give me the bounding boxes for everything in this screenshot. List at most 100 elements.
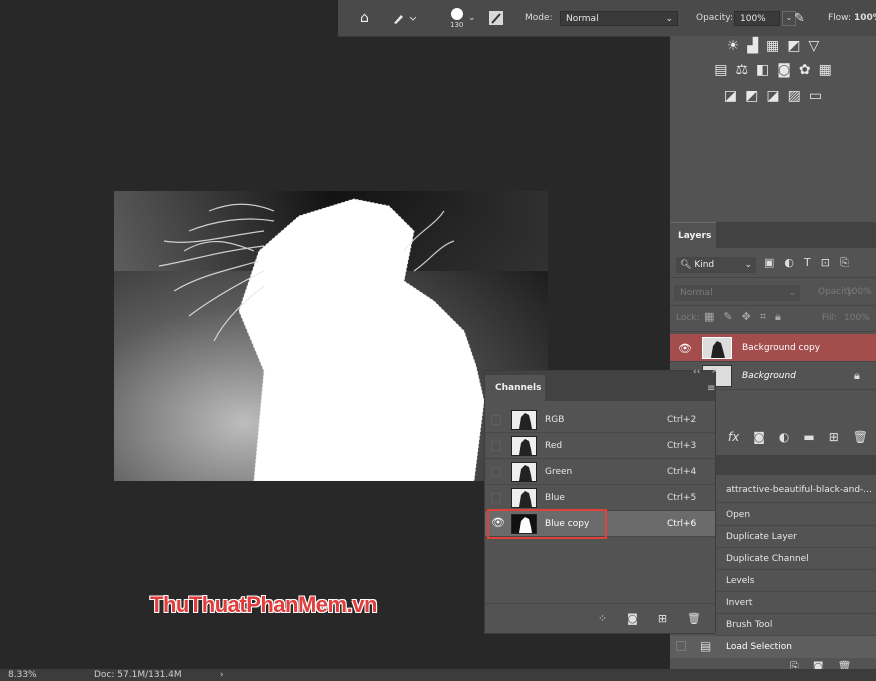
lock-fill-row: Lock: ▦ ✎ ✥ ⌗ 🔒︎ Fill: 100%: [670, 306, 876, 332]
brush-preset-picker[interactable]: 130: [450, 0, 463, 36]
options-bar: ⌂ 130 ⌄ Mode: Normal ⌄ Opacity: 100% ⌄ ✎…: [338, 0, 876, 37]
color-lookup-icon[interactable]: ▦: [819, 62, 832, 78]
opacity-field[interactable]: 100%: [734, 11, 780, 26]
load-selection-icon[interactable]: ⁘: [598, 612, 607, 625]
brightness-icon[interactable]: ☀: [727, 38, 740, 54]
smart-object-filter-icon[interactable]: ⎘: [840, 256, 849, 270]
add-mask-icon[interactable]: ◙: [753, 430, 765, 444]
eye-icon[interactable]: 👁︎: [678, 342, 692, 355]
blend-mode-value: Normal: [680, 288, 713, 298]
hue-saturation-icon[interactable]: ▤: [714, 62, 727, 78]
black-white-icon[interactable]: ◧: [756, 62, 769, 78]
channel-thumbnail: [511, 436, 537, 456]
chevron-down-icon[interactable]: ⌄: [468, 0, 476, 36]
vibrance-icon[interactable]: ▽: [809, 38, 820, 54]
lock-artboard-icon[interactable]: ⌗: [760, 310, 766, 324]
channel-shortcut: Ctrl+3: [667, 441, 697, 451]
exposure-icon[interactable]: ◩: [787, 38, 800, 54]
trash-icon[interactable]: 🗑︎: [853, 430, 868, 444]
filter-kind-select[interactable]: 🔍︎ Kind ⌄: [676, 257, 756, 273]
folder-icon[interactable]: ▬: [803, 430, 814, 444]
lock-all-icon[interactable]: 🔒︎: [775, 310, 781, 324]
lock-label: Lock:: [676, 313, 700, 323]
history-brush-checkbox[interactable]: [676, 641, 686, 651]
channel-row-green[interactable]: Green Ctrl+4: [485, 459, 715, 485]
channel-row-rgb[interactable]: RGB Ctrl+2: [485, 407, 715, 433]
channel-thumbnail: [511, 488, 537, 508]
document-canvas[interactable]: [114, 191, 548, 482]
history-item-selected[interactable]: ▤ Load Selection: [670, 636, 876, 658]
brush-settings-icon[interactable]: [488, 0, 504, 36]
visibility-toggle[interactable]: [491, 415, 501, 425]
zoom-level[interactable]: 8.33%: [8, 669, 37, 681]
new-layer-icon[interactable]: ⊞: [829, 430, 839, 444]
save-selection-icon[interactable]: ◙: [627, 612, 638, 625]
chevron-down-icon: ⌄: [788, 288, 796, 298]
channels-footer: ⁘ ◙ ⊞ 🗑︎: [485, 603, 715, 633]
channel-thumbnail: [511, 462, 537, 482]
flow-label: Flow:: [828, 13, 852, 23]
filter-kind-value: Kind: [694, 260, 715, 270]
blend-mode-select[interactable]: Normal ⌄: [674, 285, 800, 301]
history-item[interactable]: Open: [716, 504, 876, 526]
gradient-map-icon[interactable]: ▭: [809, 88, 822, 104]
status-menu-arrow-icon[interactable]: ›: [220, 669, 224, 681]
layers-filter-row: 🔍︎ Kind ⌄ ▣ ◐ T ⊡ ⎘: [670, 252, 876, 278]
home-icon[interactable]: ⌂: [360, 0, 369, 36]
history-item[interactable]: Duplicate Channel: [716, 548, 876, 570]
channel-row-red[interactable]: Red Ctrl+3: [485, 433, 715, 459]
flow-value[interactable]: 100%: [854, 0, 876, 36]
visibility-toggle[interactable]: [491, 493, 501, 503]
history-item[interactable]: Invert: [716, 592, 876, 614]
curves-icon[interactable]: ▦: [766, 38, 779, 54]
lock-position-icon[interactable]: ✥: [742, 310, 751, 324]
channel-row-blue[interactable]: Blue Ctrl+5: [485, 485, 715, 511]
new-channel-icon[interactable]: ⊞: [658, 612, 667, 625]
levels-icon[interactable]: ▟: [747, 38, 758, 54]
chevron-down-icon: ⌄: [665, 14, 673, 24]
visibility-toggle[interactable]: [491, 467, 501, 477]
type-filter-icon[interactable]: T: [804, 256, 811, 270]
layer-name: Background: [742, 371, 796, 381]
selective-color-icon[interactable]: ▨: [788, 88, 801, 104]
mode-select[interactable]: Normal ⌄: [560, 11, 678, 26]
lock-image-icon[interactable]: ✎: [723, 310, 732, 324]
tab-layers[interactable]: Layers: [670, 222, 716, 248]
invert-icon[interactable]: ◪: [724, 88, 737, 104]
history-item[interactable]: Levels: [716, 570, 876, 592]
brush-tool-icon[interactable]: [392, 0, 418, 36]
channel-mixer-icon[interactable]: ✿: [799, 62, 811, 78]
layers-footer: fx ◙ ◐ ▬ ⊞ 🗑︎: [716, 430, 876, 444]
fill-value[interactable]: 100%: [844, 313, 870, 323]
channel-name: Green: [545, 467, 573, 477]
channel-name: Red: [545, 441, 563, 451]
channel-shortcut: Ctrl+5: [667, 493, 697, 503]
trash-icon[interactable]: 🗑︎: [687, 612, 701, 625]
posterize-icon[interactable]: ◩: [745, 88, 758, 104]
panel-menu-icon[interactable]: ≡: [707, 383, 715, 394]
adjustment-filter-icon[interactable]: ◐: [784, 256, 794, 270]
close-icon[interactable]: ×: [711, 366, 719, 376]
collapse-icon[interactable]: ‹‹: [693, 367, 700, 377]
color-balance-icon[interactable]: ⚖: [735, 62, 748, 78]
visibility-toggle[interactable]: [491, 441, 501, 451]
lock-icon: 🔒︎: [854, 369, 860, 382]
history-item[interactable]: Duplicate Layer: [716, 526, 876, 548]
photo-filter-icon[interactable]: ◙: [777, 62, 791, 78]
fx-icon[interactable]: fx: [728, 430, 739, 444]
opacity-value: 100%: [740, 14, 766, 24]
pixel-filter-icon[interactable]: ▣: [764, 256, 774, 270]
layer-row-background-copy[interactable]: 👁︎ Background copy: [670, 334, 876, 362]
adjustments-row-2: ▤ ⚖ ◧ ◙ ✿ ▦: [670, 62, 876, 78]
channel-name: Blue: [545, 493, 565, 503]
threshold-icon[interactable]: ◪: [766, 88, 779, 104]
history-item[interactable]: Brush Tool: [716, 614, 876, 636]
shape-filter-icon[interactable]: ⊡: [821, 256, 830, 270]
tab-channels[interactable]: Channels: [485, 375, 545, 401]
pressure-opacity-icon[interactable]: ✎: [794, 0, 805, 36]
adjustments-row-3: ◪ ◩ ◪ ▨ ▭: [670, 88, 876, 104]
history-snapshot[interactable]: attractive-beautiful-black-and-...: [716, 477, 876, 503]
lock-transparent-icon[interactable]: ▦: [704, 310, 714, 324]
layer-opacity-value[interactable]: 100%: [846, 287, 872, 297]
adjustment-layer-icon[interactable]: ◐: [779, 430, 789, 444]
